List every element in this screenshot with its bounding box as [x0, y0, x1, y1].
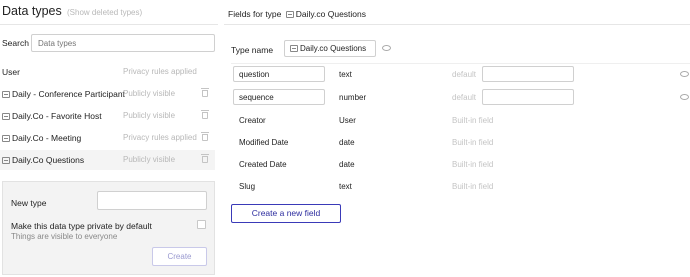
field-type: text	[339, 70, 352, 79]
database-icon	[2, 135, 10, 142]
show-deleted-types-link[interactable]: (Show deleted types)	[67, 8, 142, 17]
default-value-input[interactable]	[482, 66, 574, 82]
builtin-field-name: Slug	[239, 182, 256, 191]
trash-icon[interactable]	[201, 88, 209, 97]
trash-icon[interactable]	[201, 110, 209, 119]
data-type-row[interactable]: Daily.Co - Favorite Host Publicly visible	[0, 106, 215, 126]
data-type-name: Daily.Co - Favorite Host	[2, 111, 102, 121]
builtin-field-note: Built-in field	[452, 160, 494, 169]
privacy-status: Privacy rules applied	[123, 133, 197, 142]
database-icon	[2, 113, 10, 120]
data-type-name: User	[2, 67, 20, 77]
privacy-status: Publicly visible	[123, 111, 176, 120]
private-default-hint: Things are visible to everyone	[11, 232, 118, 241]
builtin-field-name: Modified Date	[239, 138, 289, 147]
create-new-field-button[interactable]: Create a new field	[231, 204, 341, 223]
builtin-field-type: date	[339, 160, 355, 169]
fields-title-prefix: Fields for type	[228, 9, 282, 19]
data-type-row[interactable]: User Privacy rules applied	[0, 62, 215, 82]
data-type-label: Daily - Conference Participant	[12, 89, 125, 99]
panel-title: Data types	[2, 4, 62, 18]
builtin-field-type: text	[339, 182, 352, 191]
builtin-field-note: Built-in field	[452, 138, 494, 147]
create-type-button[interactable]: Create	[152, 247, 207, 266]
field-name-input[interactable]: question	[233, 66, 325, 82]
data-type-name: Daily.Co Questions	[2, 155, 84, 165]
privacy-status: Privacy rules applied	[123, 67, 197, 76]
default-label: default	[452, 70, 477, 79]
trash-icon[interactable]	[201, 154, 209, 163]
database-icon	[2, 91, 10, 98]
new-type-form: New type Make this data type private by …	[2, 181, 215, 275]
data-type-label: User	[2, 67, 20, 77]
data-types-panel: Data types (Show deleted types) Search U…	[0, 0, 218, 277]
builtin-field-type: date	[339, 138, 355, 147]
builtin-field-name: Creator	[239, 116, 266, 125]
field-type: number	[339, 93, 367, 102]
comment-icon[interactable]	[680, 94, 689, 100]
data-type-row[interactable]: Daily.Co - Meeting Privacy rules applied	[0, 128, 215, 148]
private-default-checkbox[interactable]	[197, 220, 206, 229]
data-type-label: Daily.Co Questions	[12, 155, 85, 165]
builtin-field-type: User	[339, 116, 356, 125]
private-default-label: Make this data type private by default	[11, 221, 152, 231]
search-input[interactable]	[31, 34, 215, 52]
database-icon	[290, 45, 298, 52]
database-icon	[285, 11, 294, 18]
type-name-value: Daily.co Questions	[300, 44, 367, 53]
divider	[0, 24, 218, 25]
data-type-name: Daily.Co - Meeting	[2, 133, 81, 143]
divider	[231, 63, 690, 64]
data-type-row[interactable]: Daily.Co Questions Publicly visible	[0, 150, 215, 170]
comment-icon[interactable]	[680, 71, 689, 77]
privacy-status: Publicly visible	[123, 89, 176, 98]
new-type-label: New type	[11, 198, 47, 208]
data-type-name: Daily - Conference Participant	[2, 89, 125, 99]
data-type-label: Daily.Co - Favorite Host	[12, 111, 102, 121]
default-label: default	[452, 93, 477, 102]
field-name-input[interactable]: sequence	[233, 89, 325, 105]
type-name-field[interactable]: Daily.co Questions	[284, 40, 376, 57]
data-type-label: Daily.Co - Meeting	[12, 133, 82, 143]
builtin-field-note: Built-in field	[452, 182, 494, 191]
builtin-field-note: Built-in field	[452, 116, 494, 125]
data-type-row[interactable]: Daily - Conference Participant Publicly v…	[0, 84, 215, 104]
comment-icon[interactable]	[382, 45, 391, 51]
builtin-field-name: Created Date	[239, 160, 287, 169]
divider	[224, 24, 690, 25]
fields-for-type-title: Fields for type Daily.co Questions	[228, 9, 366, 19]
fields-title-type: Daily.co Questions	[295, 9, 366, 19]
type-name-label: Type name	[231, 45, 274, 55]
database-icon	[2, 157, 10, 164]
trash-icon[interactable]	[201, 132, 209, 141]
default-value-input[interactable]	[482, 89, 574, 105]
new-type-input[interactable]	[97, 191, 207, 210]
privacy-status: Publicly visible	[123, 155, 176, 164]
search-label: Search	[2, 38, 29, 48]
